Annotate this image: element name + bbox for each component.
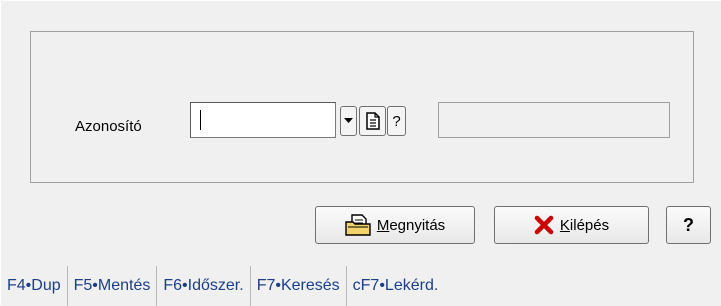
document-icon	[365, 112, 381, 130]
x-close-icon	[534, 215, 554, 235]
fkey-f7-search[interactable]: F7•Keresés	[251, 266, 347, 306]
fkey-cf7-query[interactable]: cF7•Lekérd.	[347, 266, 445, 306]
fkey-f4-dup[interactable]: F4•Dup	[1, 266, 68, 306]
open-document-icon	[345, 214, 371, 236]
azonosito-input[interactable]	[190, 102, 336, 138]
chevron-down-icon	[344, 118, 353, 124]
azonosito-label: Azonosító	[75, 118, 142, 135]
dialog-window: Azonosító ? Megnyitás Kilépés ? F4•Dup F…	[0, 0, 721, 306]
exit-button-label: Kilépés	[559, 216, 610, 234]
text-caret	[200, 110, 201, 130]
help-button-label: ?	[683, 214, 694, 235]
function-key-bar: F4•Dup F5•Mentés F6•Időszer. F7•Keresés …	[1, 266, 721, 306]
fkey-f5-save[interactable]: F5•Mentés	[68, 266, 158, 306]
open-button[interactable]: Megnyitás	[315, 206, 475, 244]
fkey-f6-timing[interactable]: F6•Időszer.	[157, 266, 251, 306]
open-button-label: Megnyitás	[376, 216, 446, 234]
field-help-label: ?	[392, 112, 401, 130]
azonosito-description-box	[438, 102, 670, 138]
document-button[interactable]	[359, 106, 386, 136]
dropdown-button[interactable]	[340, 106, 357, 136]
field-help-button[interactable]: ?	[387, 106, 406, 136]
exit-button[interactable]: Kilépés	[494, 206, 649, 244]
help-button[interactable]: ?	[666, 206, 711, 244]
